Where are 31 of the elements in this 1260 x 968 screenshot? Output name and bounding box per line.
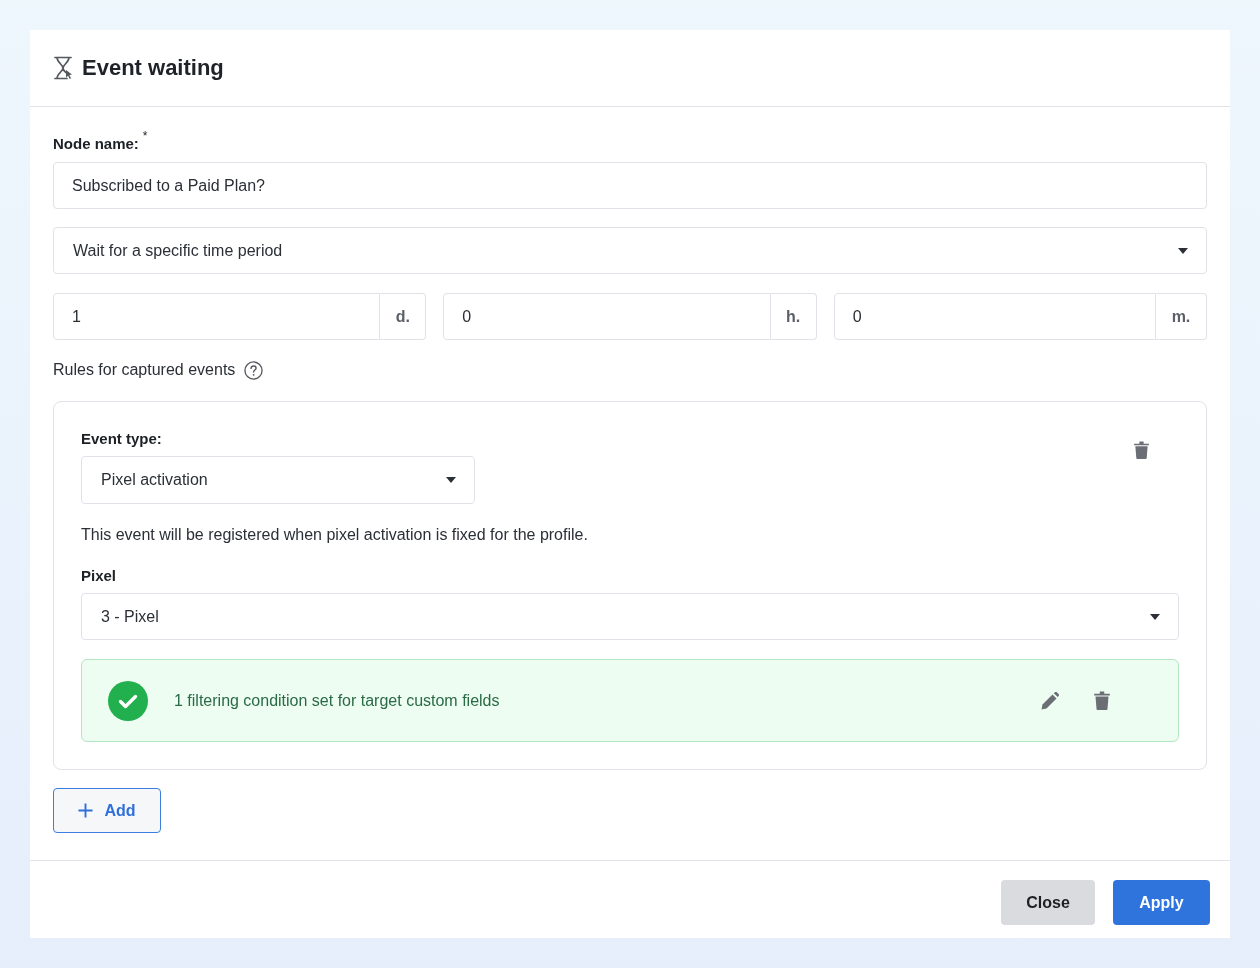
dropdown[interactable]: Pixel activation	[81, 456, 475, 504]
field-label: Pixel	[81, 566, 117, 586]
required-mark: *	[142, 130, 148, 142]
caret-icon	[1150, 613, 1160, 620]
field-label: Event type:	[81, 429, 162, 449]
input-field[interactable]: 0	[443, 293, 771, 340]
unit-label: m.	[1156, 293, 1207, 340]
caret-icon	[1178, 247, 1188, 254]
dropdown[interactable]: Wait for a specific time period	[53, 227, 1207, 274]
close-button[interactable]: Close	[1001, 880, 1095, 925]
dialog-title: Event waiting	[82, 55, 224, 81]
unit-label: d.	[380, 293, 427, 340]
add-button[interactable]: Add	[53, 788, 161, 833]
description-text: This event will be registered when pixel activation is fixed for the profile.	[81, 525, 589, 545]
input-field[interactable]: 1	[53, 293, 381, 340]
section-label: Rules for captured events	[53, 361, 236, 379]
trash-icon[interactable]	[1134, 441, 1149, 459]
unit-label: h.	[770, 293, 817, 340]
field-label: Node name:	[53, 134, 139, 154]
trash-icon[interactable]	[1094, 691, 1110, 710]
pencil-icon[interactable]	[1041, 691, 1059, 710]
help-icon[interactable]	[244, 360, 264, 380]
input-field[interactable]: Subscribed to a Paid Plan?	[53, 162, 1207, 209]
check-circle-icon	[108, 680, 148, 721]
caret-icon	[446, 477, 456, 483]
plus-icon	[78, 803, 94, 818]
dropdown[interactable]: 3 - Pixel	[81, 593, 1179, 640]
apply-button[interactable]: Apply	[1113, 880, 1210, 925]
filter-text: 1 filtering condition set for target custom fields	[174, 691, 501, 710]
hourglass-icon	[53, 56, 73, 80]
input-field[interactable]: 0	[833, 293, 1156, 340]
